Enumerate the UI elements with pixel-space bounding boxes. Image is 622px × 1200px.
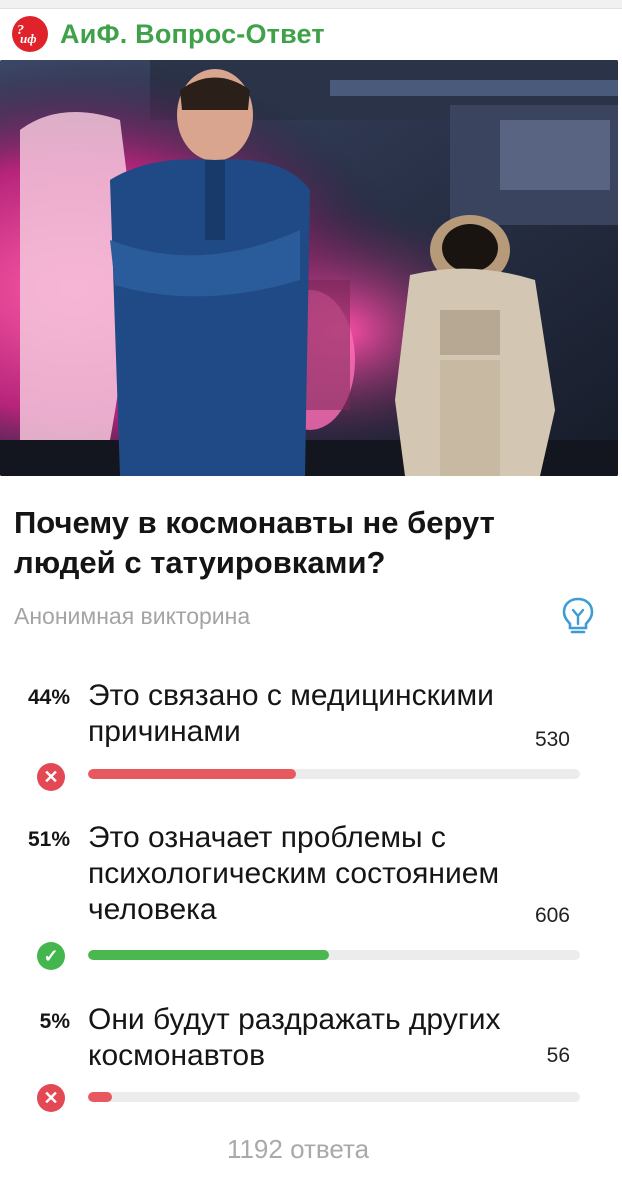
svg-text:иф: иф bbox=[20, 31, 37, 46]
option-percent: 5% bbox=[39, 1010, 70, 1033]
quiz-type-label: Анонимная викторина bbox=[14, 603, 251, 629]
option-result-fill bbox=[88, 950, 329, 960]
correct-answer-icon: ✓ bbox=[37, 942, 65, 970]
option-percent: 44% bbox=[27, 686, 70, 709]
option-votes: 56 bbox=[546, 1044, 570, 1067]
wrong-answer-icon: ✕ bbox=[37, 1084, 65, 1112]
option-text: Это означает проблемы с психологическим … bbox=[88, 821, 500, 926]
channel-header[interactable]: ? иф АиФ. Вопрос-Ответ bbox=[12, 14, 325, 54]
option-text: Это связано с медицинскими причинами bbox=[88, 679, 494, 748]
option-percent: 51% bbox=[27, 828, 70, 851]
option-result-bar bbox=[88, 1092, 580, 1102]
post-photo[interactable] bbox=[0, 60, 618, 476]
channel-name[interactable]: АиФ. Вопрос-Ответ bbox=[60, 19, 325, 50]
option-result-bar bbox=[88, 769, 580, 779]
option-votes: 530 bbox=[534, 728, 570, 751]
top-divider bbox=[0, 0, 622, 9]
option-result-bar bbox=[88, 950, 580, 960]
option-text: Они будут раздражать других космонавтов bbox=[88, 1003, 501, 1072]
lightbulb-icon[interactable] bbox=[556, 594, 600, 638]
wrong-answer-icon: ✕ bbox=[37, 763, 65, 791]
option-result-fill bbox=[88, 1092, 112, 1102]
channel-logo: ? иф bbox=[12, 16, 48, 52]
quiz-question: Почему в космонавты не берут людей с тат… bbox=[14, 505, 495, 580]
option-votes: 606 bbox=[534, 904, 570, 927]
total-answers[interactable]: 1192 ответа bbox=[0, 1134, 596, 1165]
option-result-fill bbox=[88, 769, 296, 779]
